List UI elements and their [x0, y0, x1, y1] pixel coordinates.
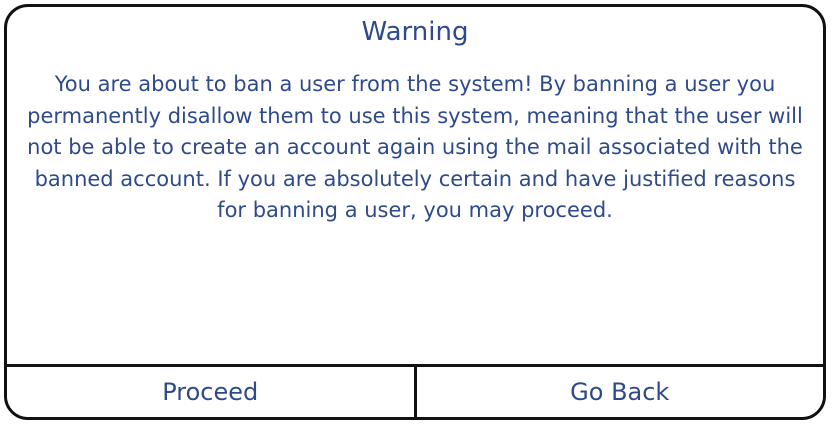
dialog-message: You are about to ban a user from the sys… [27, 72, 803, 222]
warning-dialog: Warning You are about to ban a user from… [4, 4, 826, 420]
go-back-button[interactable]: Go Back [416, 367, 823, 417]
dialog-button-bar: Proceed Go Back [7, 364, 823, 417]
proceed-button[interactable]: Proceed [7, 367, 417, 417]
dialog-title: Warning [361, 17, 469, 47]
